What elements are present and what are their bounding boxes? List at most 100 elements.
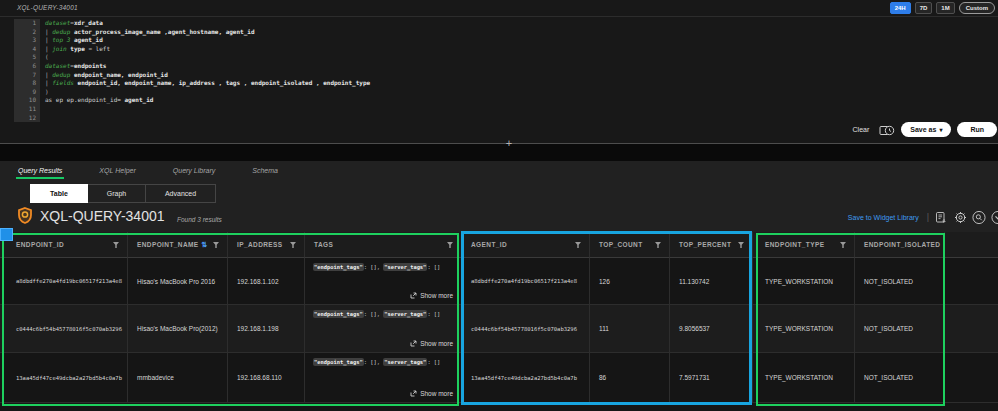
- col-header-top-count[interactable]: TOP_COUNT: [590, 232, 670, 258]
- cell-agent-id[interactable]: a8dbdffe270a4fd19bc06517f213a4e8: [462, 258, 590, 305]
- results-count: Found 3 results: [177, 216, 222, 223]
- filter-icon[interactable]: [290, 242, 296, 248]
- tag-chip: "server_tags": [383, 358, 427, 366]
- sort-icon[interactable]: ⇅: [202, 241, 208, 249]
- cell-endpoint-isolated[interactable]: NOT_ISOLATED: [855, 258, 945, 305]
- table-row[interactable]: c0444c6bf54b45778016f5c070ab3296 Hisao's…: [0, 305, 998, 353]
- time-range-group: 24H 7D 1M Custom: [890, 2, 995, 14]
- xql-code-editor[interactable]: 123456789101112 dataset=xdr_data| dedup …: [14, 19, 370, 122]
- run-button[interactable]: Run: [957, 122, 997, 137]
- cell-top-count[interactable]: 111: [590, 305, 670, 353]
- cell-top-percent[interactable]: 7.5971731: [670, 353, 753, 403]
- cell-tags[interactable]: "endpoint_tags": [], "server_tags": [] S…: [305, 305, 462, 353]
- cell-empty: [945, 353, 998, 403]
- col-header-agent-id[interactable]: AGENT_ID: [462, 232, 590, 258]
- results-header: XQL-QUERY-34001 Found 3 results Save to …: [0, 204, 998, 232]
- cell-endpoint-id[interactable]: 13aa45df47ce49dcba2a27bd5b4c0a7b: [0, 353, 128, 403]
- tag-chip: "endpoint_tags": [313, 310, 364, 318]
- export-icon[interactable]: [934, 210, 948, 224]
- col-header-empty: [945, 232, 998, 258]
- panel-footer: [0, 403, 998, 411]
- time-range-24h[interactable]: 24H: [890, 2, 911, 14]
- tab-query-library[interactable]: Query Library: [173, 167, 215, 179]
- show-more-link[interactable]: Show more: [410, 292, 453, 299]
- tag-chip: "server_tags": [383, 310, 427, 318]
- save-to-widget-library-link[interactable]: Save to Widget Library: [848, 214, 919, 221]
- code-lines[interactable]: dataset=xdr_data| dedup actor_process_im…: [40, 19, 370, 122]
- cell-agent-id[interactable]: c0444c6bf54b45778016f5c070ab3296: [462, 305, 590, 353]
- save-as-button[interactable]: Save as▾: [901, 122, 951, 137]
- cell-endpoint-name[interactable]: mmbadevice: [128, 353, 228, 403]
- query-editor-panel: XQL-QUERY-34001 24H 7D 1M Custom 1234567…: [0, 0, 998, 143]
- clear-button[interactable]: Clear: [853, 126, 870, 133]
- col-header-endpoint-name[interactable]: ENDPOINT_NAME⇅: [128, 232, 228, 258]
- shield-icon: [17, 207, 33, 228]
- results-title: XQL-QUERY-34001: [40, 208, 165, 224]
- view-tab-graph[interactable]: Graph: [88, 184, 146, 203]
- cell-endpoint-name[interactable]: Hisao's MacBook Pro(2012): [128, 305, 228, 353]
- tag-chip: "server_tags": [383, 263, 427, 271]
- filter-icon[interactable]: [447, 242, 453, 248]
- table-row[interactable]: 13aa45df47ce49dcba2a27bd5b4c0a7b mmbadev…: [0, 353, 998, 403]
- view-tab-advanced[interactable]: Advanced: [146, 184, 216, 203]
- filter-icon[interactable]: [738, 242, 744, 248]
- more-dropdown-icon[interactable]: [991, 210, 998, 224]
- cell-endpoint-isolated[interactable]: NOT_ISOLATED: [855, 353, 945, 403]
- cell-top-percent[interactable]: 9.8056537: [670, 305, 753, 353]
- table-row[interactable]: a8dbdffe270a4fd19bc06517f213a4e8 Hisao's…: [0, 258, 998, 305]
- view-switcher: Table Graph Advanced: [30, 184, 216, 203]
- settings-gear-icon[interactable]: [953, 210, 967, 224]
- tag-chip: "endpoint_tags": [313, 358, 364, 366]
- cell-endpoint-type[interactable]: TYPE_WORKSTATION: [753, 258, 855, 305]
- filter-icon[interactable]: [655, 242, 661, 248]
- filter-icon[interactable]: [840, 242, 846, 248]
- editor-actions: Clear Save as▾ Run: [853, 122, 997, 137]
- cell-endpoint-name[interactable]: Hisao's MacBook Pro 2016: [128, 258, 228, 305]
- cell-tags[interactable]: "endpoint_tags": [], "server_tags": [] S…: [305, 353, 462, 403]
- cell-endpoint-type[interactable]: TYPE_WORKSTATION: [753, 353, 855, 403]
- col-header-ip-address[interactable]: IP_ADDRESS: [228, 232, 305, 258]
- view-tab-table[interactable]: Table: [30, 184, 88, 203]
- tab-query-results[interactable]: Query Results: [18, 167, 62, 179]
- table-header-row: ENDPOINT_ID ENDPOINT_NAME⇅ IP_ADDRESS TA…: [0, 232, 998, 258]
- search-icon[interactable]: [972, 210, 986, 224]
- cell-ip-address[interactable]: 192.168.68.110: [228, 353, 305, 403]
- tab-schema[interactable]: Schema: [252, 167, 278, 179]
- time-range-custom[interactable]: Custom: [959, 2, 995, 14]
- schedule-query-icon[interactable]: [879, 123, 895, 136]
- tab-xql-helper[interactable]: XQL Helper: [99, 167, 135, 179]
- time-range-1m[interactable]: 1M: [936, 2, 954, 14]
- cell-endpoint-id[interactable]: c0444c6bf54b45778016f5c070ab3296: [0, 305, 128, 353]
- results-tabs: Query Results XQL Helper Query Library S…: [18, 167, 278, 179]
- cell-empty: [945, 305, 998, 353]
- cell-top-count[interactable]: 86: [590, 353, 670, 403]
- cell-agent-id[interactable]: 13aa45df47ce49dcba2a27bd5b4c0a7b: [462, 353, 590, 403]
- show-more-link[interactable]: Show more: [410, 340, 453, 347]
- cell-endpoint-id[interactable]: a8dbdffe270a4fd19bc06517f213a4e8: [0, 258, 128, 305]
- cell-endpoint-isolated[interactable]: NOT_ISOLATED: [855, 305, 945, 353]
- col-header-endpoint-isolated[interactable]: ENDPOINT_ISOLATED: [855, 232, 945, 258]
- panel-gap: [0, 144, 998, 161]
- cell-top-count[interactable]: 126: [590, 258, 670, 305]
- cell-endpoint-type[interactable]: TYPE_WORKSTATION: [753, 305, 855, 353]
- col-header-endpoint-type[interactable]: ENDPOINT_TYPE: [753, 232, 855, 258]
- cell-ip-address[interactable]: 192.168.1.102: [228, 258, 305, 305]
- filter-icon[interactable]: [575, 242, 581, 248]
- results-header-actions: Save to Widget Library |: [848, 210, 998, 224]
- results-panel: Query Results XQL Helper Query Library S…: [0, 161, 998, 411]
- splitter-handle-icon[interactable]: +: [504, 137, 514, 149]
- filter-icon[interactable]: [213, 242, 219, 248]
- col-header-top-percent[interactable]: TOP_PERCENT: [670, 232, 753, 258]
- xql-query-app: XQL-QUERY-34001 24H 7D 1M Custom 1234567…: [0, 0, 998, 411]
- cell-empty: [945, 258, 998, 305]
- show-more-link[interactable]: Show more: [410, 390, 453, 397]
- cell-ip-address[interactable]: 192.168.1.198: [228, 305, 305, 353]
- time-range-7d[interactable]: 7D: [915, 2, 933, 14]
- filter-icon[interactable]: [113, 242, 119, 248]
- col-header-tags[interactable]: TAGS: [305, 232, 462, 258]
- chevron-down-icon: ▾: [939, 127, 942, 133]
- col-header-endpoint-id[interactable]: ENDPOINT_ID: [0, 232, 128, 258]
- cell-top-percent[interactable]: 11.130742: [670, 258, 753, 305]
- cell-tags[interactable]: "endpoint_tags": [], "server_tags": [] S…: [305, 258, 462, 305]
- line-number-gutter: 123456789101112: [14, 19, 40, 122]
